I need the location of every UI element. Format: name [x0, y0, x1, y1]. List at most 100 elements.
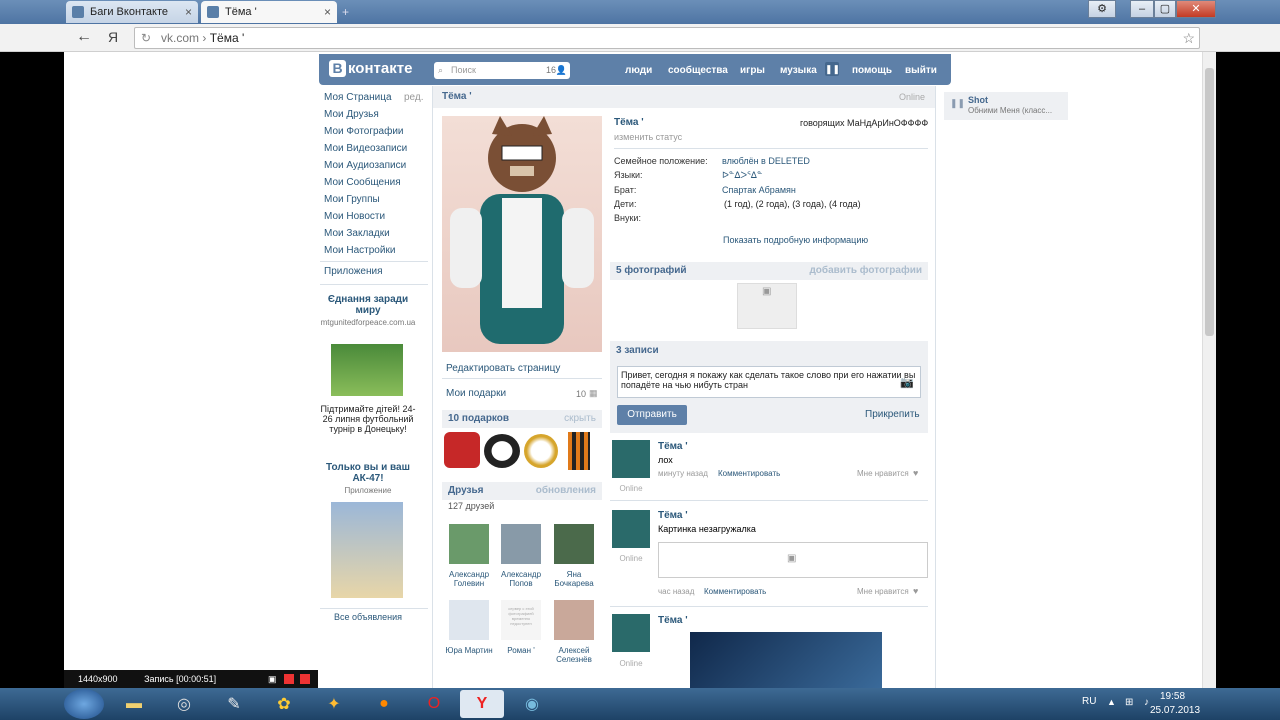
- yandex-icon[interactable]: Я: [108, 29, 118, 45]
- menu-photos[interactable]: Мои Фотографии: [324, 124, 404, 140]
- ad1-image[interactable]: [331, 344, 403, 396]
- friend-name[interactable]: Роман ': [494, 646, 548, 655]
- friend-photo-placeholder[interactable]: [449, 600, 489, 640]
- menu-groups[interactable]: Мои Группы: [324, 192, 380, 208]
- start-button[interactable]: [64, 689, 104, 719]
- tab-profile[interactable]: Тёма ' ×: [201, 1, 337, 23]
- explorer-icon[interactable]: ▬: [118, 690, 150, 718]
- page-scrollbar[interactable]: [1202, 52, 1216, 688]
- post-time[interactable]: час назад: [658, 587, 694, 596]
- edit-page-link[interactable]: Редактировать страницу: [446, 363, 560, 374]
- record-icon[interactable]: [284, 674, 294, 684]
- heart-icon[interactable]: ♥: [913, 586, 918, 596]
- opera-icon[interactable]: O: [418, 690, 450, 718]
- hide-gifts-link[interactable]: скрыть: [564, 410, 596, 428]
- send-button[interactable]: Отправить: [617, 405, 687, 425]
- settings-gear-icon[interactable]: ⚙: [1088, 0, 1116, 18]
- nav-logout[interactable]: выйти: [905, 65, 937, 76]
- post-time[interactable]: минуту назад: [658, 469, 708, 478]
- post-author[interactable]: Тёма ': [658, 510, 688, 521]
- language-indicator[interactable]: RU: [1082, 696, 1096, 707]
- gift-ribbon-icon[interactable]: [568, 432, 590, 470]
- close-icon[interactable]: ×: [185, 5, 192, 19]
- friends-updates-link[interactable]: обновления: [536, 482, 596, 500]
- post-author[interactable]: Тёма ': [658, 441, 688, 452]
- like-button[interactable]: Мне нравится: [857, 587, 909, 596]
- menu-apps[interactable]: Приложения: [324, 264, 383, 280]
- stop-icon[interactable]: [300, 674, 310, 684]
- wall-post-input[interactable]: Привет, сегодня я покажу как сделать так…: [617, 366, 921, 398]
- network-icon[interactable]: ◎: [168, 690, 200, 718]
- nav-games[interactable]: игры: [740, 65, 765, 76]
- friend-photo-unavailable[interactable]: сервер с этой фотографией временно недос…: [501, 600, 541, 640]
- nav-communities[interactable]: сообщества: [668, 65, 728, 76]
- photo-thumbnail[interactable]: ▣: [737, 283, 797, 329]
- my-gifts-link[interactable]: Мои подарки: [446, 388, 506, 399]
- friend-name[interactable]: Яна Бочкарева: [547, 570, 601, 588]
- comment-link[interactable]: Комментировать: [704, 587, 766, 596]
- post-avatar[interactable]: [612, 614, 650, 652]
- heart-icon[interactable]: ♥: [913, 468, 918, 478]
- post-image-broken[interactable]: ▣: [658, 542, 928, 578]
- network-tray-icon[interactable]: ⊞: [1125, 697, 1133, 708]
- friend-photo[interactable]: [449, 524, 489, 564]
- friend-name[interactable]: Юра Мартин: [442, 646, 496, 655]
- maximize-button[interactable]: ▢: [1154, 0, 1176, 18]
- ad2-image[interactable]: [331, 502, 403, 598]
- app-icon[interactable]: ✎: [218, 690, 250, 718]
- post-avatar[interactable]: [612, 440, 650, 478]
- menu-news[interactable]: Мои Новости: [324, 209, 385, 225]
- friend-photo[interactable]: [554, 600, 594, 640]
- new-tab-button[interactable]: +: [342, 5, 358, 19]
- friend-photo[interactable]: [554, 524, 594, 564]
- menu-friends[interactable]: Мои Друзья: [324, 107, 379, 123]
- attach-link[interactable]: Прикрепить: [865, 409, 920, 420]
- camera-icon[interactable]: 📷: [900, 376, 914, 389]
- audio-player[interactable]: ❚❚ Shot Обними Меня (класс...: [944, 92, 1068, 120]
- volume-icon[interactable]: ♪: [1144, 697, 1149, 708]
- friend-photo[interactable]: [501, 524, 541, 564]
- gift-panda-icon[interactable]: [484, 434, 520, 468]
- menu-my-page[interactable]: Моя Страница: [324, 90, 392, 106]
- pause-icon[interactable]: ❚❚: [950, 98, 965, 109]
- friend-name[interactable]: Александр Попов: [494, 570, 548, 588]
- pause-icon[interactable]: ❚❚: [825, 62, 840, 76]
- like-button[interactable]: Мне нравится: [857, 469, 909, 478]
- close-icon[interactable]: ×: [324, 5, 331, 19]
- paint-icon[interactable]: ✿: [268, 690, 300, 718]
- camera-icon[interactable]: ▣: [268, 670, 277, 688]
- yandex-browser-icon[interactable]: Y: [460, 690, 504, 718]
- minimize-button[interactable]: –: [1130, 0, 1154, 18]
- field-value[interactable]: Спартак Абрамян: [722, 185, 796, 195]
- show-more-info-link[interactable]: Показать подробную информацию: [723, 235, 868, 245]
- tab-bugs[interactable]: Баги Вконтакте ×: [66, 1, 198, 23]
- paint-icon[interactable]: ✦: [318, 690, 350, 718]
- field-value[interactable]: влюблён в DELETED: [722, 156, 810, 166]
- post-avatar[interactable]: [612, 510, 650, 548]
- reload-icon[interactable]: ↻: [141, 28, 151, 48]
- change-status-link[interactable]: изменить статус: [614, 132, 682, 142]
- ad2-title[interactable]: Только вы и ваш АК-47!: [320, 462, 416, 484]
- scrollbar-thumb[interactable]: [1205, 68, 1214, 336]
- nav-music[interactable]: музыка: [780, 65, 817, 76]
- menu-messages[interactable]: Мои Сообщения: [324, 175, 401, 191]
- clock-time[interactable]: 19:58: [1160, 691, 1185, 702]
- bookmark-star-icon[interactable]: ☆: [1182, 28, 1195, 48]
- friends-count[interactable]: 127 друзей: [448, 501, 494, 511]
- clock-date[interactable]: 25.07.2013: [1150, 705, 1200, 716]
- back-arrow-icon[interactable]: ←: [76, 28, 92, 46]
- post-image[interactable]: [690, 632, 882, 688]
- all-ads-link[interactable]: Все объявления: [320, 612, 416, 622]
- menu-settings[interactable]: Мои Настройки: [324, 243, 395, 259]
- ad1-title[interactable]: Єднання заради миру: [320, 294, 416, 316]
- nav-people[interactable]: люди: [625, 65, 652, 76]
- vk-logo[interactable]: Вконтакте: [329, 60, 412, 77]
- add-photos-link[interactable]: добавить фотографии: [809, 262, 922, 280]
- photos-header[interactable]: 5 фотографий добавить фотографии: [610, 262, 928, 280]
- firefox-icon[interactable]: ●: [368, 690, 400, 718]
- edit-link[interactable]: ред.: [404, 90, 424, 106]
- menu-bookmarks[interactable]: Мои Закладки: [324, 226, 390, 242]
- gift-ball-icon[interactable]: [524, 434, 558, 468]
- field-value[interactable]: (1 год), (2 года), (3 года), (4 года): [724, 199, 861, 209]
- tray-arrow-icon[interactable]: ▲: [1107, 697, 1116, 707]
